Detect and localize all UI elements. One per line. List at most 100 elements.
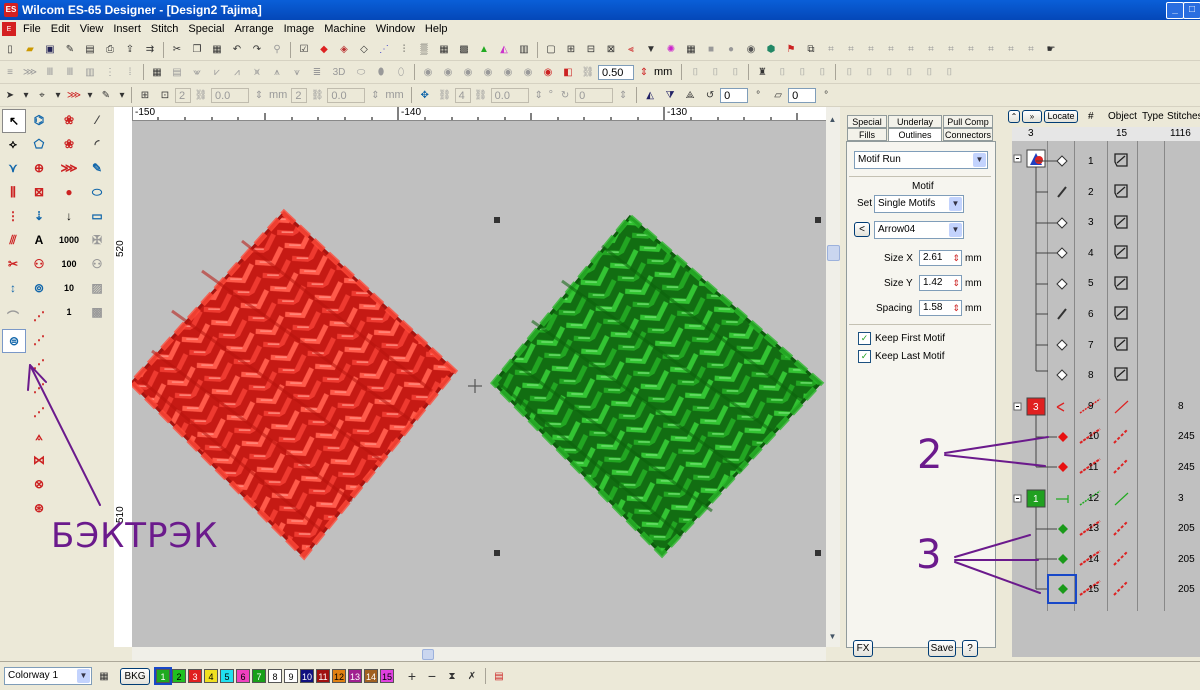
motif-select[interactable]: Arrow04 ▼ bbox=[874, 221, 964, 239]
spacing-input[interactable]: 0.50 bbox=[598, 64, 634, 80]
tool-f-icon[interactable]: ⌷ bbox=[814, 64, 830, 80]
spin-6-icon[interactable]: ⇕ bbox=[531, 87, 547, 103]
show-stitches-icon[interactable]: ◆ bbox=[316, 42, 332, 58]
tool-e-icon[interactable]: ⌷ bbox=[794, 64, 810, 80]
color-well[interactable]: 2 bbox=[172, 669, 186, 683]
backtrack-tool-icon[interactable]: ⊜ bbox=[2, 329, 26, 353]
dropdown-4-icon[interactable]: ▾ bbox=[118, 87, 126, 103]
tool-a-icon[interactable]: ⌷ bbox=[687, 64, 703, 80]
menu-arrange[interactable]: Arrange bbox=[229, 23, 278, 35]
field-3[interactable]: 2 bbox=[291, 87, 308, 103]
show-grid-icon[interactable]: ⊞ bbox=[563, 42, 579, 58]
effect-8-icon[interactable]: ▦ bbox=[149, 64, 165, 80]
tool-l-icon[interactable]: ⌷ bbox=[941, 64, 957, 80]
checkbox-tool-icon[interactable]: ☑ bbox=[296, 42, 312, 58]
menu-machine[interactable]: Machine bbox=[319, 23, 371, 35]
grid-snap-icon[interactable]: ⊞ bbox=[137, 87, 153, 103]
tool-b-icon[interactable]: ⌷ bbox=[707, 64, 723, 80]
shape-hex-icon[interactable]: ⬢ bbox=[763, 42, 779, 58]
stitch-tool-icon[interactable]: ⫼ bbox=[2, 181, 24, 203]
design-canvas[interactable] bbox=[132, 121, 826, 647]
color-well[interactable]: 1 bbox=[154, 667, 172, 685]
align-11-icon[interactable]: ⌗ bbox=[1023, 42, 1039, 58]
shape-tool-icon[interactable]: ⬠ bbox=[28, 133, 50, 155]
group-red[interactable]: 3 bbox=[1013, 397, 1129, 474]
satin-tool-icon[interactable]: ⫻ bbox=[2, 229, 24, 251]
locate-button[interactable]: Locate bbox=[1044, 110, 1078, 123]
color-well[interactable]: 14 bbox=[364, 669, 378, 683]
keep-last-motif-checkbox[interactable]: ✓ Keep Last Motif bbox=[858, 350, 944, 363]
node-2-icon[interactable]: ◉ bbox=[440, 64, 456, 80]
align-9-icon[interactable]: ⌗ bbox=[983, 42, 999, 58]
outline-tool-icon[interactable]: ⊠ bbox=[28, 181, 50, 203]
tab-connectors[interactable]: Connectors bbox=[943, 128, 993, 141]
help-button[interactable]: ? bbox=[962, 640, 978, 657]
mirror-v-icon[interactable]: ⧩ bbox=[662, 87, 678, 103]
color-object-list[interactable]: 3 15 1116 3 1 1 2 3 4 5 6 7 8 9 8 10 245… bbox=[1012, 127, 1200, 657]
link-5-icon[interactable]: ⛓ bbox=[437, 87, 453, 103]
field-5[interactable]: 4 bbox=[454, 87, 471, 103]
remove-color-icon[interactable]: − bbox=[424, 668, 440, 684]
branch-tool-icon[interactable]: ⋎ bbox=[2, 157, 24, 179]
node-5-icon[interactable]: ◉ bbox=[500, 64, 516, 80]
color-well[interactable]: 6 bbox=[236, 669, 250, 683]
effect-9-icon[interactable]: ▤ bbox=[169, 64, 185, 80]
color-well[interactable]: 5 bbox=[220, 669, 234, 683]
print-icon[interactable]: ⎙ bbox=[102, 42, 118, 58]
align-4-icon[interactable]: ⌗ bbox=[883, 42, 899, 58]
dropdown-2-icon[interactable]: ▾ bbox=[54, 87, 62, 103]
colorway-select[interactable]: Colorway 1 ▼ bbox=[4, 667, 92, 685]
color-well[interactable]: 12 bbox=[332, 669, 346, 683]
needle-points-icon[interactable]: ⫷ bbox=[623, 42, 639, 58]
sequence-rows[interactable]: 3 1 bbox=[1012, 141, 1200, 631]
embroidery-design[interactable] bbox=[132, 121, 826, 647]
grid-icon[interactable]: ▦ bbox=[436, 42, 452, 58]
tool-c-icon[interactable]: ⌷ bbox=[727, 64, 743, 80]
effect-1-icon[interactable]: ≡ bbox=[2, 64, 18, 80]
expand-all-icon[interactable]: » bbox=[1022, 110, 1042, 123]
count-1-icon[interactable]: 1 bbox=[58, 301, 80, 323]
chart-icon[interactable]: ▲ bbox=[476, 42, 492, 58]
pattern-tool-icon[interactable]: ⋙ bbox=[58, 157, 80, 179]
effect-18-icon[interactable]: ⬮ bbox=[373, 64, 389, 80]
rotate-input[interactable]: 0 bbox=[720, 87, 749, 103]
mesh-icon[interactable]: ▦ bbox=[683, 42, 699, 58]
needle-tool-icon[interactable]: ↓ bbox=[58, 205, 80, 227]
show-points-icon[interactable]: ⋰ bbox=[376, 42, 392, 58]
tab-underlay[interactable]: Underlay bbox=[888, 115, 942, 128]
send-icon[interactable]: ⇉ bbox=[142, 42, 158, 58]
vertical-scroll-thumb[interactable] bbox=[827, 245, 840, 261]
menu-help[interactable]: Help bbox=[420, 23, 453, 35]
node-7-icon[interactable]: ◉ bbox=[540, 64, 556, 80]
scroll-down-icon[interactable]: ▼ bbox=[827, 632, 838, 642]
spin-icon[interactable]: ⇕ bbox=[952, 276, 960, 290]
color-bars-icon[interactable]: ▤ bbox=[491, 668, 507, 684]
effect-3-icon[interactable]: Ⅲ bbox=[42, 64, 58, 80]
needle-icon[interactable]: ⫶ bbox=[396, 42, 412, 58]
align-5-icon[interactable]: ⌗ bbox=[903, 42, 919, 58]
motif-prev-button[interactable]: < bbox=[854, 222, 870, 237]
color-icon[interactable]: ◭ bbox=[496, 42, 512, 58]
minimize-icon[interactable]: _ bbox=[1166, 2, 1184, 19]
align-2-icon[interactable]: ⌗ bbox=[843, 42, 859, 58]
tool-d-icon[interactable]: ⌷ bbox=[774, 64, 790, 80]
field-1[interactable]: 2 bbox=[175, 87, 191, 103]
tool-k-icon[interactable]: ⌷ bbox=[921, 64, 937, 80]
field-2[interactable]: 0.0 bbox=[211, 87, 249, 103]
print-preview-icon[interactable]: ▤ bbox=[82, 42, 98, 58]
count-10-icon[interactable]: 10 bbox=[58, 277, 80, 299]
paste-icon[interactable]: ▦ bbox=[209, 42, 225, 58]
node-1-icon[interactable]: ◉ bbox=[420, 64, 436, 80]
design-icon[interactable]: ✎ bbox=[62, 42, 78, 58]
dropdown-1-icon[interactable]: ▾ bbox=[22, 87, 30, 103]
export-icon[interactable]: ⇪ bbox=[122, 42, 138, 58]
effect-5-icon[interactable]: ▥ bbox=[82, 64, 98, 80]
link-2-icon[interactable]: ⛓ bbox=[193, 87, 209, 103]
copy-color-icon[interactable]: ⧉ bbox=[803, 42, 819, 58]
color-well[interactable]: 11 bbox=[316, 669, 330, 683]
open-folder-icon[interactable]: ▰ bbox=[22, 42, 38, 58]
motif-spacing-input[interactable]: 1.58 ⇕ bbox=[919, 300, 962, 316]
link-icon[interactable]: ⛓ bbox=[580, 64, 596, 80]
fx-button[interactable]: FX bbox=[853, 640, 873, 657]
color-well[interactable]: 10 bbox=[300, 669, 314, 683]
